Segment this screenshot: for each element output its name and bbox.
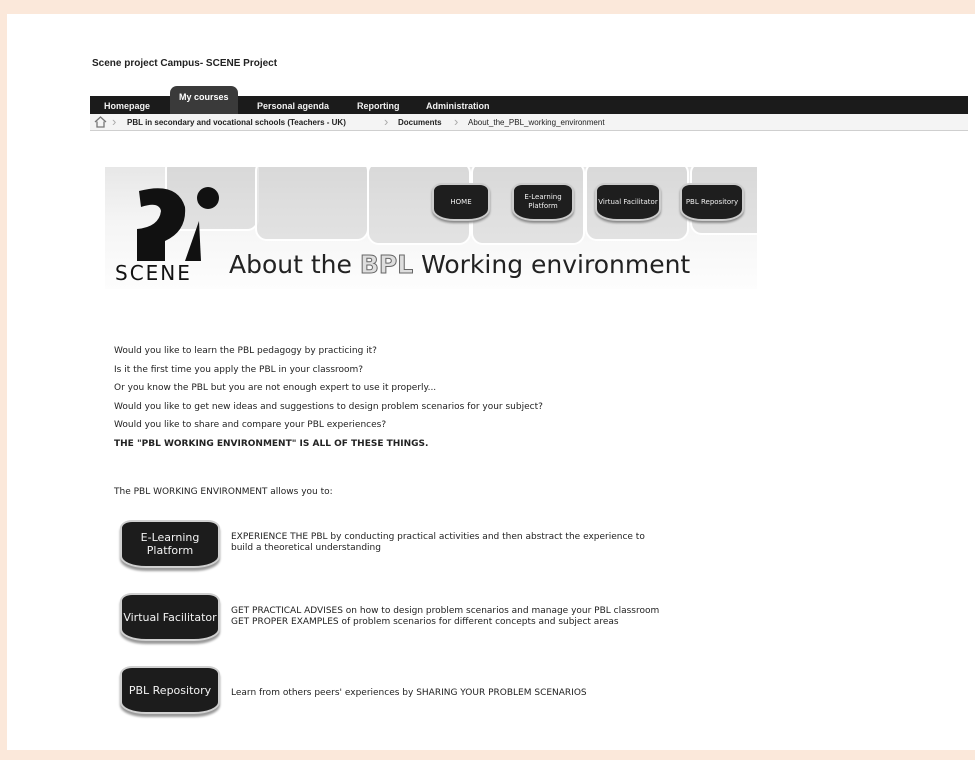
nav-administration[interactable]: Administration [426, 96, 490, 114]
elearning-platform-button[interactable]: E-Learning Platform [120, 520, 220, 568]
banner-background-tile [255, 167, 369, 241]
banner-elearning-button[interactable]: E-Learning Platform [512, 183, 574, 221]
page-banner: SCENE About the BPL Working environment … [105, 167, 757, 289]
intro-line: Is it the first time you apply the PBL i… [114, 364, 364, 375]
breadcrumb-course[interactable]: PBL in secondary and vocational schools … [127, 114, 346, 131]
virtual-facilitator-description: GET PRACTICAL ADVISES on how to design p… [231, 606, 659, 628]
breadcrumb-separator-icon: › [454, 114, 459, 129]
intro-line: Would you like to get new ideas and sugg… [114, 401, 543, 412]
nav-homepage[interactable]: Homepage [104, 96, 150, 114]
feature-line: EXPERIENCE THE PBL by conducting practic… [231, 532, 645, 542]
breadcrumb-documents[interactable]: Documents [398, 114, 442, 131]
feature-line: Learn from others peers' experiences by … [231, 688, 587, 698]
allows-heading: The PBL WORKING ENVIRONMENT allows you t… [114, 487, 333, 497]
pbl-repository-button[interactable]: PBL Repository [120, 666, 220, 714]
intro-line: Would you like to learn the PBL pedagogy… [114, 346, 377, 356]
nav-personal-agenda[interactable]: Personal agenda [257, 96, 329, 114]
nav-my-courses[interactable]: My courses [170, 86, 238, 114]
nav-reporting[interactable]: Reporting [357, 96, 400, 114]
banner-home-button[interactable]: HOME [432, 183, 490, 221]
scene-logo-icon [137, 187, 219, 261]
main-navbar: Homepage My courses Personal agenda Repo… [90, 86, 968, 114]
intro-line: Or you know the PBL but you are not enou… [114, 383, 437, 393]
banner-virtual-facilitator-button[interactable]: Virtual Facilitator [595, 183, 661, 221]
breadcrumb-current-page: About_the_PBL_working_environment [468, 118, 605, 127]
breadcrumb-separator-icon: › [384, 114, 389, 129]
logo-wordmark: SCENE [115, 261, 192, 285]
site-title: Scene project Campus- SCENE Project [92, 58, 278, 69]
home-icon[interactable] [94, 116, 107, 128]
banner-title-suffix: Working environment [413, 250, 691, 279]
intro-line: Would you like to share and compare your… [114, 420, 387, 430]
intro-questions: Would you like to learn the PBL pedagogy… [114, 345, 543, 456]
virtual-facilitator-button[interactable]: Virtual Facilitator [120, 593, 220, 641]
elearning-platform-description: EXPERIENCE THE PBL by conducting practic… [231, 532, 645, 554]
breadcrumb-separator-icon: › [112, 114, 117, 129]
intro-statement: THE "PBL WORKING ENVIRONMENT" IS ALL OF … [114, 438, 429, 449]
breadcrumb: › PBL in secondary and vocational school… [90, 114, 968, 131]
banner-title-prefix: About the [229, 250, 360, 279]
feature-line: GET PROPER EXAMPLES of problem scenarios… [231, 617, 619, 627]
feature-line: GET PRACTICAL ADVISES on how to design p… [231, 606, 660, 616]
banner-title-highlight: BPL [359, 250, 414, 280]
feature-line: build a theoretical understanding [231, 543, 381, 553]
pbl-repository-description: Learn from others peers' experiences by … [231, 688, 587, 699]
banner-pbl-repository-button[interactable]: PBL Repository [680, 183, 744, 221]
banner-title: About the BPL Working environment [229, 250, 691, 280]
